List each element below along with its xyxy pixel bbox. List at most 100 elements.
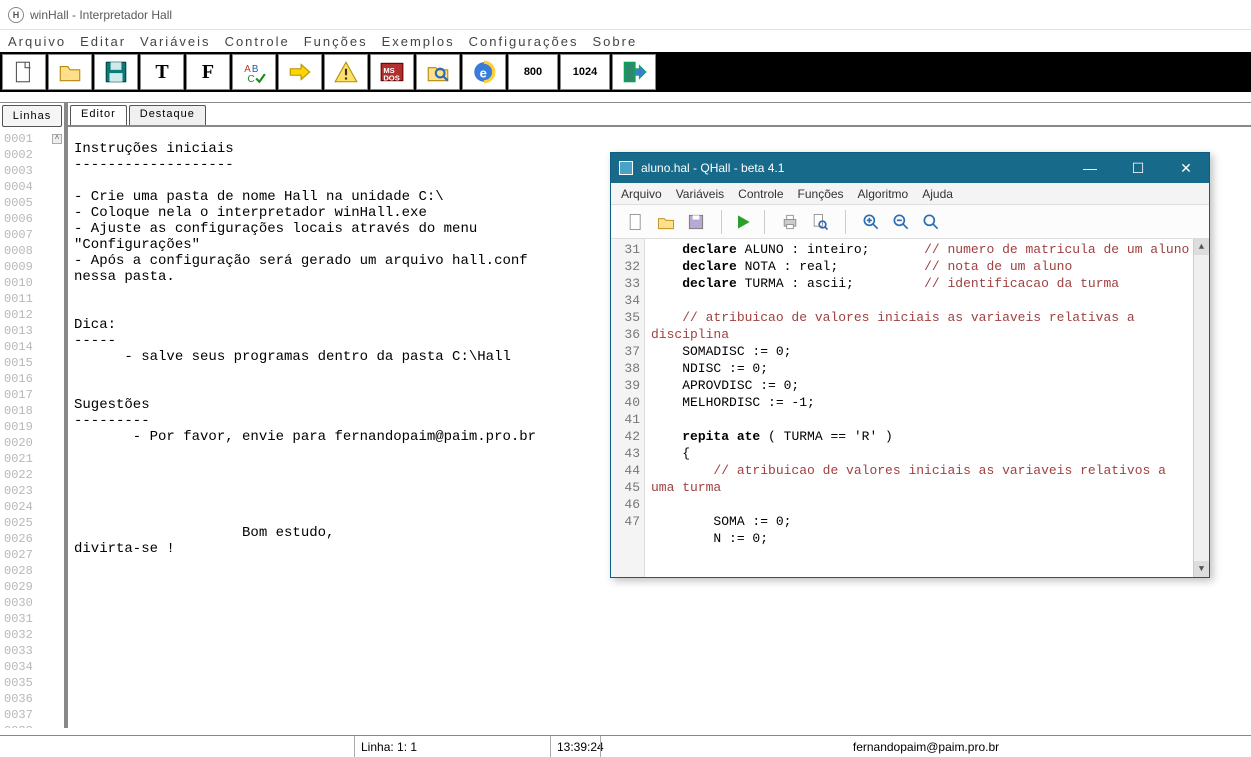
close-icon[interactable]: ✕ — [1171, 160, 1201, 177]
code-line: declare TURMA : ascii; // identificacao … — [651, 275, 1203, 292]
line-number: 0017 — [4, 387, 62, 403]
search-button[interactable] — [416, 54, 460, 90]
exit-button[interactable] — [612, 54, 656, 90]
bold-f-button[interactable]: F — [186, 54, 230, 90]
qhall-menubar: Arquivo Variáveis Controle Funções Algor… — [611, 183, 1209, 205]
menu-controle[interactable]: Controle — [225, 34, 290, 49]
line-number-gutter: 0001˄00020003000400050006000700080009001… — [0, 129, 64, 728]
line-number: 0038 — [4, 723, 62, 728]
code-line-number: 33 — [615, 275, 640, 292]
gutter-scroll-up-icon[interactable]: ˄ — [52, 134, 62, 144]
svg-text:e: e — [480, 65, 487, 80]
code-line-number: 36 — [615, 326, 640, 343]
line-number: 0007 — [4, 227, 62, 243]
q-zoom-icon[interactable] — [918, 209, 944, 235]
line-number: 0034 — [4, 659, 62, 675]
code-line-number: 40 — [615, 394, 640, 411]
q-run-icon[interactable] — [730, 209, 756, 235]
code-line — [651, 411, 1203, 428]
code-line: MELHORDISC := -1; — [651, 394, 1203, 411]
line-number: 0035 — [4, 675, 62, 691]
qhall-scrollbar[interactable]: ▲ ▼ — [1193, 239, 1209, 577]
qmenu-controle[interactable]: Controle — [738, 187, 783, 201]
menu-variaveis[interactable]: Variáveis — [140, 34, 211, 49]
qmenu-ajuda[interactable]: Ajuda — [922, 187, 953, 201]
spellcheck-button[interactable]: ABC — [232, 54, 276, 90]
main-toolbar: T F ABC MSDOS e 800 1024 — [0, 52, 1251, 92]
app-icon: H — [8, 7, 24, 23]
new-file-button[interactable] — [2, 54, 46, 90]
code-line-number: 31 — [615, 241, 640, 258]
code-line: // atribuicao de valores iniciais as var… — [651, 309, 1203, 326]
code-line: // atribuicao de valores iniciais as var… — [651, 462, 1203, 479]
q-open-icon[interactable] — [653, 209, 679, 235]
minimize-icon[interactable]: — — [1075, 160, 1105, 176]
menu-arquivo[interactable]: Arquivo — [8, 34, 66, 49]
line-number: 0011 — [4, 291, 62, 307]
code-line: disciplina — [651, 326, 1203, 343]
line-number: 0015 — [4, 355, 62, 371]
tab-destaque[interactable]: Destaque — [129, 105, 206, 125]
internet-button[interactable]: e — [462, 54, 506, 90]
line-number: 0027 — [4, 547, 62, 563]
res-800-button[interactable]: 800 — [508, 54, 558, 90]
line-number: 0037 — [4, 707, 62, 723]
code-line-number: 35 — [615, 309, 640, 326]
q-zoomout-icon[interactable] — [888, 209, 914, 235]
bold-t-button[interactable]: T — [140, 54, 184, 90]
line-number: 0003 — [4, 163, 62, 179]
line-number: 0032 — [4, 627, 62, 643]
qmenu-arquivo[interactable]: Arquivo — [621, 187, 662, 201]
menu-exemplos[interactable]: Exemplos — [382, 34, 455, 49]
qhall-code-area[interactable]: 3132333435363738394041424344454647 decla… — [611, 239, 1209, 577]
qhall-gutter: 3132333435363738394041424344454647 — [611, 239, 645, 577]
editor-tabs: Editor Destaque — [68, 103, 1251, 125]
code-line-number: 38 — [615, 360, 640, 377]
line-number: 0023 — [4, 483, 62, 499]
code-line-number: 45 — [615, 479, 640, 496]
qhall-window[interactable]: aluno.hal - QHall - beta 4.1 — ☐ ✕ Arqui… — [610, 152, 1210, 578]
save-file-button[interactable] — [94, 54, 138, 90]
status-time: 13:39:24 — [550, 736, 600, 757]
status-bar: Linha: 1: 1 13:39:24 fernandopaim@paim.p… — [0, 735, 1251, 757]
line-number: 0016 — [4, 371, 62, 387]
lines-header: Linhas — [2, 105, 62, 127]
line-number: 0012 — [4, 307, 62, 323]
menu-funcoes[interactable]: Funções — [304, 34, 368, 49]
qmenu-variaveis[interactable]: Variáveis — [676, 187, 724, 201]
msdos-button[interactable]: MSDOS — [370, 54, 414, 90]
qhall-titlebar[interactable]: aluno.hal - QHall - beta 4.1 — ☐ ✕ — [611, 153, 1209, 183]
code-line-number: 47 — [615, 513, 640, 530]
line-number: 0006 — [4, 211, 62, 227]
line-number: 0036 — [4, 691, 62, 707]
line-number: 0014 — [4, 339, 62, 355]
scroll-up-icon[interactable]: ▲ — [1194, 239, 1209, 255]
code-line: uma turma — [651, 479, 1203, 496]
q-save-icon[interactable] — [683, 209, 709, 235]
maximize-icon[interactable]: ☐ — [1123, 160, 1153, 177]
open-file-button[interactable] — [48, 54, 92, 90]
q-zoomin-icon[interactable] — [858, 209, 884, 235]
qmenu-algoritmo[interactable]: Algoritmo — [858, 187, 909, 201]
q-print-icon[interactable] — [777, 209, 803, 235]
line-number: 0004 — [4, 179, 62, 195]
res-1024-button[interactable]: 1024 — [560, 54, 610, 90]
line-number: 0021 — [4, 451, 62, 467]
menu-sobre[interactable]: Sobre — [592, 34, 637, 49]
q-new-icon[interactable] — [623, 209, 649, 235]
window-title: winHall - Interpretador Hall — [30, 8, 172, 22]
scroll-down-icon[interactable]: ▼ — [1194, 561, 1209, 577]
line-number: 0019 — [4, 419, 62, 435]
q-preview-icon[interactable] — [807, 209, 833, 235]
lines-column: Linhas 0001˄0002000300040005000600070008… — [0, 103, 68, 728]
menu-editar[interactable]: Editar — [80, 34, 126, 49]
code-line — [651, 292, 1203, 309]
warning-button[interactable] — [324, 54, 368, 90]
run-arrow-button[interactable] — [278, 54, 322, 90]
tab-editor[interactable]: Editor — [70, 105, 127, 125]
qmenu-funcoes[interactable]: Funções — [798, 187, 844, 201]
line-number: 0028 — [4, 563, 62, 579]
qhall-title: aluno.hal - QHall - beta 4.1 — [641, 161, 784, 175]
qhall-source[interactable]: declare ALUNO : inteiro; // numero de ma… — [645, 239, 1209, 577]
menu-configuracoes[interactable]: Configurações — [469, 34, 579, 49]
